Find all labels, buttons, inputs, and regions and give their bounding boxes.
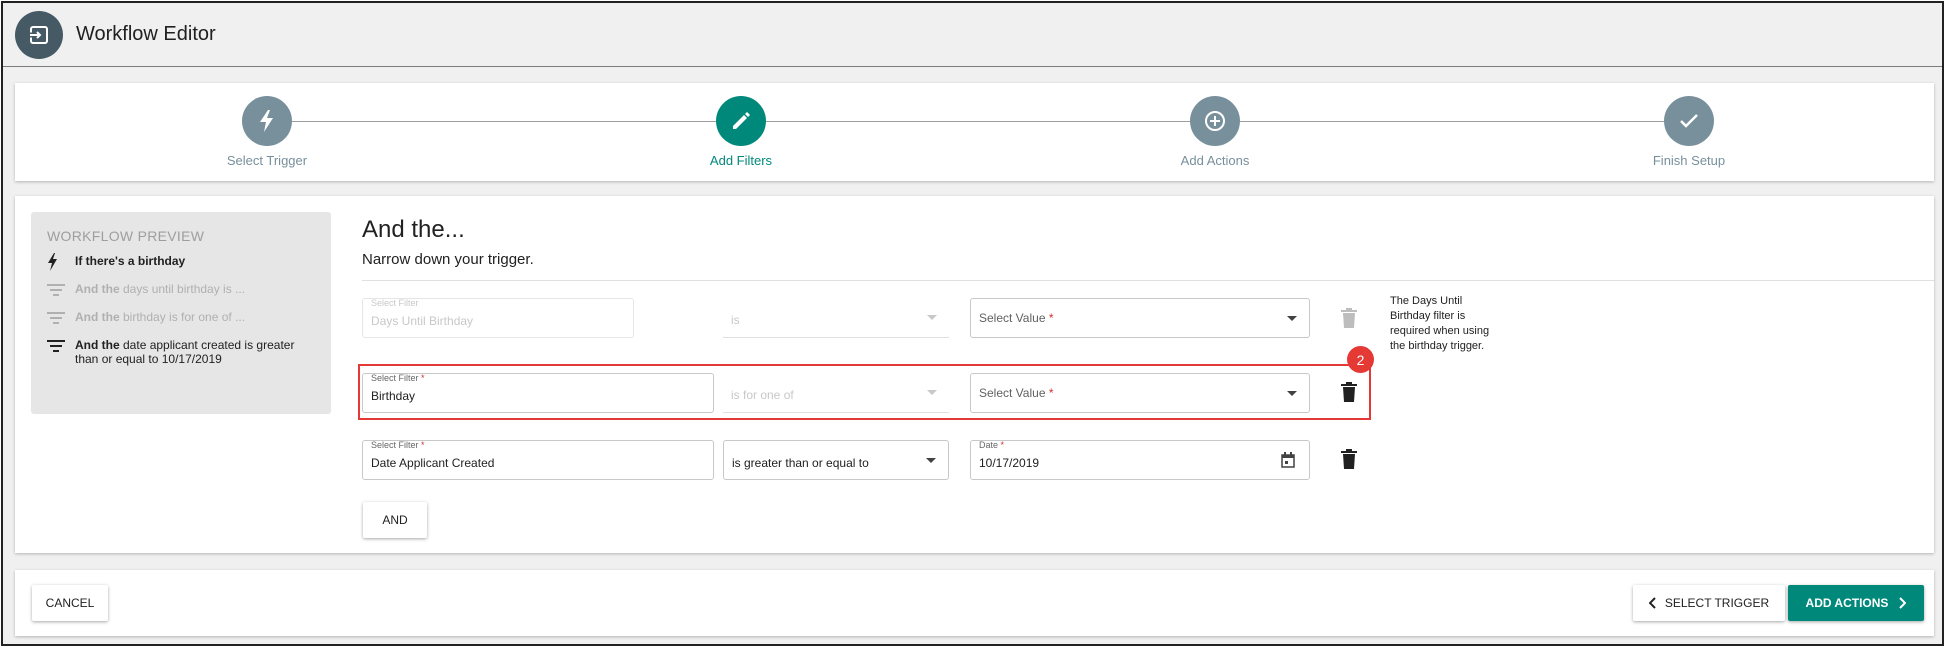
preview-item-bold: And the <box>75 282 120 296</box>
field-label: Date * <box>979 440 1004 450</box>
next-button[interactable]: ADD ACTIONS <box>1788 585 1924 621</box>
delete-icon[interactable] <box>1339 307 1359 329</box>
filters-card: WORKFLOW PREVIEW If there's a birthday A… <box>15 196 1934 553</box>
date-value: 10/17/2019 <box>979 456 1040 470</box>
preview-item-bold: And the <box>75 310 120 324</box>
footer: CANCEL SELECT TRIGGER ADD ACTIONS <box>15 570 1934 636</box>
divider <box>362 280 1934 281</box>
chevron-down-icon <box>926 458 936 463</box>
field-value: Date Applicant Created <box>371 456 495 470</box>
operator-value: is greater than or equal to <box>732 456 869 470</box>
field-label: Select Filter * <box>371 440 425 450</box>
step-badge: 2 <box>1347 346 1374 373</box>
chevron-right-icon <box>1898 597 1907 609</box>
date-field[interactable]: Date * 10/17/2019 <box>970 440 1310 480</box>
preview-item-text: birthday is for one of ... <box>119 310 246 324</box>
section-subtitle: Narrow down your trigger. <box>362 251 534 268</box>
workflow-preview: WORKFLOW PREVIEW If there's a birthday A… <box>31 212 331 414</box>
cancel-button[interactable]: CANCEL <box>32 585 108 621</box>
required-marker: * <box>1000 440 1005 450</box>
lightning-bolt-icon <box>47 253 75 271</box>
calendar-icon[interactable] <box>1281 452 1295 473</box>
field-label: Select Filter <box>371 298 419 308</box>
field-label-text: Select Filter <box>371 298 419 308</box>
step-add-filters[interactable]: Add Filters <box>661 96 821 168</box>
required-marker: * <box>421 440 425 450</box>
step-label: Add Filters <box>709 153 773 168</box>
preview-item: And the days until birthday is ... <box>47 282 315 298</box>
page-title: Workflow Editor <box>76 23 216 45</box>
field-label-text: Date <box>979 440 999 450</box>
step-label: Add Actions <box>1180 153 1250 168</box>
operator-value: is <box>731 313 740 327</box>
exit-to-app-icon[interactable] <box>15 10 63 59</box>
placeholder-text: Select Value <box>979 311 1046 325</box>
check-icon <box>1664 96 1714 146</box>
pencil-icon <box>716 96 766 146</box>
step-label: Select Trigger <box>226 153 308 168</box>
chevron-down-icon <box>927 315 937 320</box>
operator-select[interactable]: is <box>723 298 949 338</box>
value-select[interactable]: Select Value * <box>970 298 1310 338</box>
required-marker: * <box>1048 311 1054 325</box>
preview-item: And the birthday is for one of ... <box>47 310 315 326</box>
step-add-actions[interactable]: Add Actions <box>1135 96 1295 168</box>
chevron-left-icon <box>1648 597 1657 609</box>
field-label-text: Select Filter <box>371 440 419 450</box>
stepper-connector <box>267 121 1702 122</box>
filter-list-icon <box>47 310 75 326</box>
back-button[interactable]: SELECT TRIGGER <box>1633 585 1785 621</box>
filter-list-icon <box>47 282 75 298</box>
helper-text: The Days Until Birthday filter is requir… <box>1390 295 1490 352</box>
preview-item-text: days until birthday is ... <box>119 282 246 296</box>
step-finish-setup[interactable]: Finish Setup <box>1609 96 1769 168</box>
operator-select[interactable]: is greater than or equal to <box>723 440 949 480</box>
section-title: And the... <box>362 216 465 243</box>
preview-title: WORKFLOW PREVIEW <box>47 228 205 244</box>
preview-item-bold: If there's a birthday <box>75 254 186 268</box>
next-button-label: ADD ACTIONS <box>1805 596 1889 610</box>
value-placeholder: Select Value * <box>979 311 1054 325</box>
filter-list-icon <box>47 338 75 354</box>
highlight-box <box>358 364 1371 420</box>
lightning-bolt-icon <box>242 96 292 146</box>
add-and-button[interactable]: AND <box>363 502 427 538</box>
step-select-trigger[interactable]: Select Trigger <box>187 96 347 168</box>
back-button-label: SELECT TRIGGER <box>1664 596 1770 610</box>
app-frame: Workflow Editor Select Trigger Add Filte… <box>1 1 1944 646</box>
delete-icon[interactable] <box>1339 448 1359 470</box>
filter-select-field[interactable]: Select Filter Days Until Birthday <box>362 298 634 338</box>
chevron-down-icon <box>1287 316 1297 321</box>
app-header: Workflow Editor <box>3 3 1942 67</box>
preview-item-bold: And the <box>75 338 120 352</box>
filter-select-field[interactable]: Select Filter * Date Applicant Created <box>362 440 714 480</box>
field-value: Days Until Birthday <box>371 314 474 328</box>
preview-item: If there's a birthday <box>47 253 315 271</box>
plus-circle-icon <box>1190 96 1240 146</box>
preview-item: And the date applicant created is greate… <box>47 338 315 366</box>
step-label: Finish Setup <box>1652 153 1726 168</box>
stepper: Select Trigger Add Filters Add Actions F… <box>15 83 1934 181</box>
